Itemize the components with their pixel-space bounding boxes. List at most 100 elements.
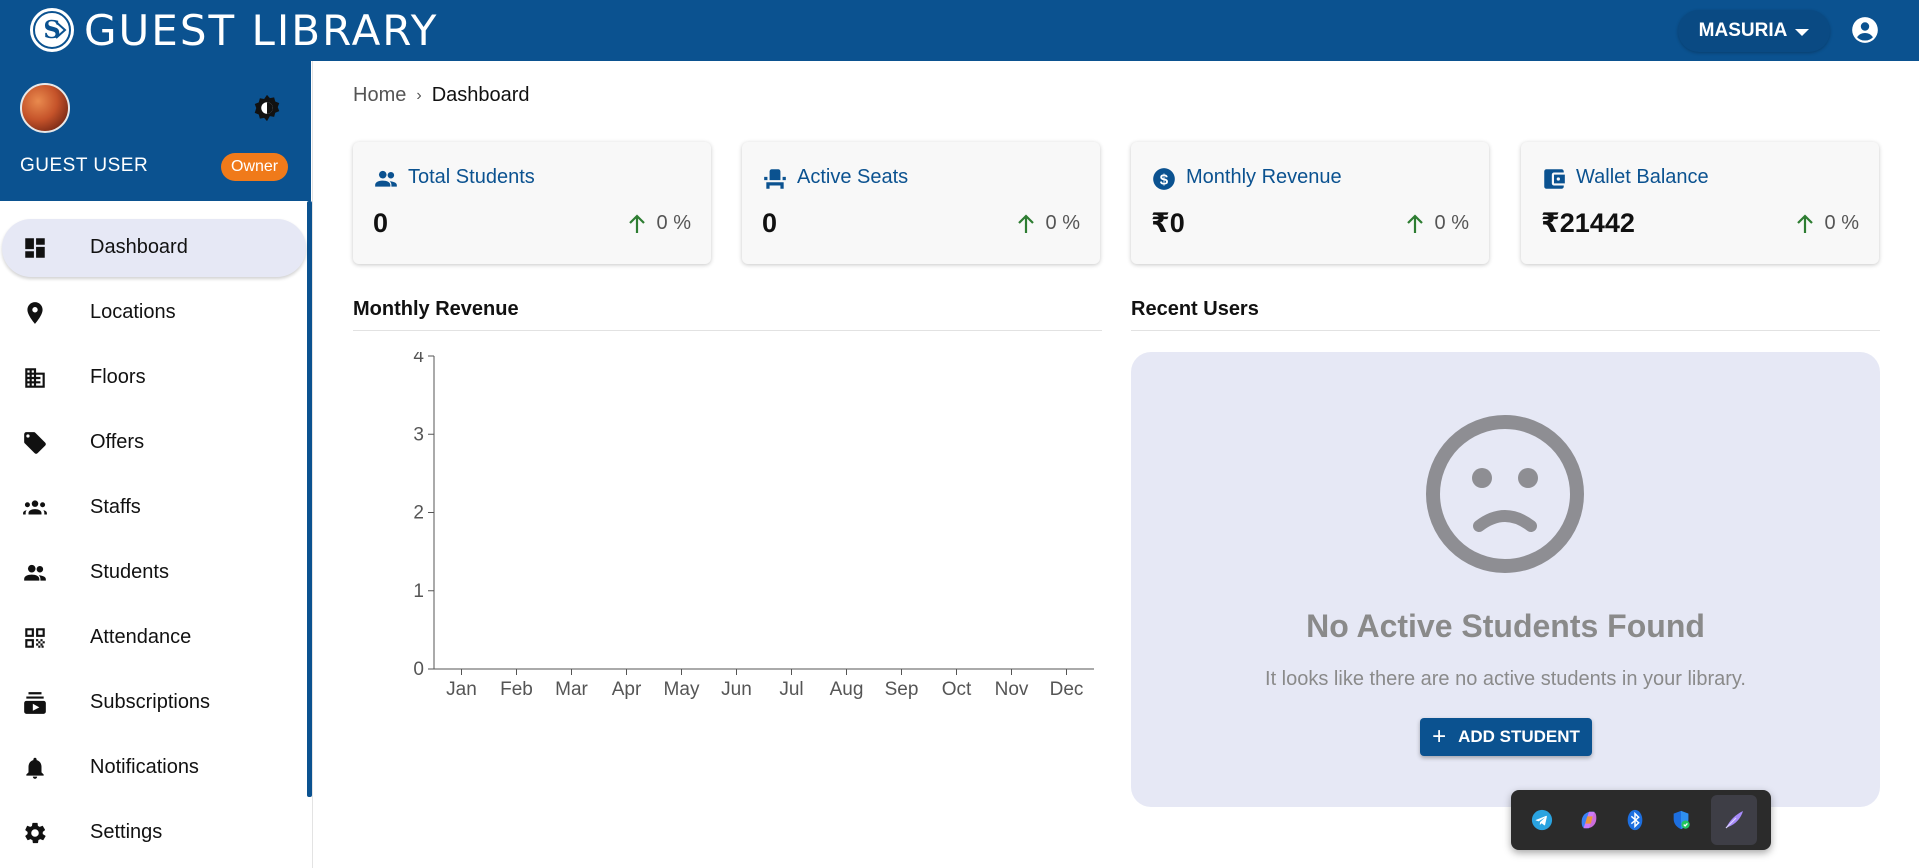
x-tick-label: Mar — [555, 679, 588, 700]
feather-pen-icon[interactable] — [1710, 795, 1757, 845]
arrow-up-icon — [1017, 213, 1034, 233]
sidebar-item-students[interactable]: Students — [0, 540, 311, 605]
stat-trend-value: 0 % — [1045, 212, 1080, 234]
gear-icon — [25, 822, 46, 843]
sad-face-icon — [1426, 415, 1584, 573]
x-tick-label: May — [664, 679, 700, 700]
building-icon — [25, 367, 45, 388]
seat-icon — [764, 169, 786, 189]
plus-icon: + — [1432, 723, 1447, 750]
sidebar-item-label: Dashboard — [90, 236, 188, 258]
x-tick-label: Jul — [779, 679, 803, 700]
monthly-revenue-heading: Monthly Revenue — [353, 298, 519, 320]
stat-value: 0 — [762, 208, 778, 238]
x-tick-label: Aug — [830, 679, 864, 700]
divider — [1131, 330, 1880, 331]
breadcrumb-separator: › — [416, 86, 422, 104]
svg-text:S: S — [43, 15, 60, 44]
stat-trend: 0 % — [1795, 212, 1859, 235]
breadcrumb-home-link[interactable]: Home — [353, 84, 406, 107]
empty-state-message: It looks like there are no active studen… — [1265, 668, 1746, 690]
location-selector-label: MASURIA — [1698, 20, 1788, 41]
stat-card-active-seats: Active Seats 0 0 % — [742, 142, 1100, 264]
x-tick-label: Feb — [500, 679, 533, 700]
profile-panel: GUEST USER Owner — [0, 61, 311, 201]
sidebar-item-settings[interactable]: Settings — [0, 800, 311, 865]
dashboard-icon — [25, 237, 45, 258]
stat-trend: 0 % — [627, 212, 691, 235]
account-circle-icon[interactable] — [1851, 16, 1879, 44]
y-tick-label: 2 — [413, 503, 424, 524]
sidebar-item-notifications[interactable]: Notifications — [0, 735, 311, 800]
stat-trend-value: 0 % — [1434, 212, 1469, 234]
x-tick-label: Nov — [995, 679, 1029, 700]
logo-icon: S — [30, 8, 74, 52]
copilot-icon[interactable] — [1572, 803, 1606, 837]
avatar[interactable] — [20, 83, 70, 133]
stat-trend-value: 0 % — [1824, 212, 1859, 234]
stat-trend-value: 0 % — [656, 212, 691, 234]
recent-users-heading: Recent Users — [1131, 298, 1259, 320]
arrow-up-icon — [1406, 213, 1423, 233]
arrow-up-icon — [628, 213, 645, 233]
stat-value: 0 — [373, 208, 389, 238]
sidebar-item-staffs[interactable]: Staffs — [0, 475, 311, 540]
sidebar-item-label: Locations — [90, 301, 176, 323]
x-tick-label: Jun — [721, 679, 752, 700]
sidebar-item-offers[interactable]: Offers — [0, 410, 311, 475]
qr-code-icon — [25, 627, 45, 648]
bell-icon — [26, 757, 44, 779]
theme-toggle-icon[interactable] — [252, 93, 282, 123]
sidebar-item-label: Subscriptions — [90, 691, 211, 713]
sidebar-item-floors[interactable]: Floors — [0, 345, 311, 410]
sidebar-item-locations[interactable]: Locations — [0, 280, 311, 345]
people-icon — [375, 170, 397, 187]
arrow-up-icon — [1796, 213, 1813, 233]
stat-card-monthly-revenue: $ Monthly Revenue ₹0 0 % — [1131, 142, 1489, 264]
sidebar-item-subscriptions[interactable]: Subscriptions — [0, 670, 311, 735]
x-tick-label: Dec — [1050, 679, 1084, 700]
sidebar-item-dashboard[interactable]: Dashboard — [0, 215, 311, 280]
security-shield-icon[interactable] — [1664, 803, 1698, 837]
add-student-label: ADD STUDENT — [1458, 727, 1580, 746]
bluetooth-icon[interactable] — [1618, 803, 1652, 837]
stat-title: Total Students — [408, 166, 535, 188]
y-tick-label: 4 — [413, 352, 424, 367]
user-name: GUEST USER — [20, 155, 149, 176]
stat-card-total-students: Total Students 0 0 % — [353, 142, 711, 264]
sidebar-item-label: Staffs — [90, 496, 141, 518]
sidebar-item-label: Offers — [90, 431, 145, 453]
location-selector-button[interactable]: MASURIA — [1678, 10, 1830, 52]
telegram-icon[interactable] — [1525, 803, 1559, 837]
add-student-button[interactable]: + ADD STUDENT — [1420, 718, 1592, 756]
stat-title: Monthly Revenue — [1186, 166, 1342, 188]
caret-down-icon — [1795, 28, 1810, 36]
y-tick-label: 0 — [413, 659, 424, 680]
role-badge: Owner — [221, 153, 289, 181]
x-tick-label: Oct — [942, 679, 972, 700]
monthly-revenue-chart: 0 1 2 3 4 Jan Feb Mar Apr May Jun Jul Aug Sep Oct Nov De… — [413, 352, 1094, 700]
top-app-bar: S GUEST LIBRARY MASURIA — [0, 0, 1919, 61]
x-tick-label: Jan — [446, 679, 477, 700]
tag-icon — [24, 431, 46, 454]
stat-title: Active Seats — [797, 166, 909, 188]
sidebar-item-attendance[interactable]: Attendance — [0, 605, 311, 670]
dollar-circle-icon: $ — [1153, 168, 1175, 190]
brand-title: GUEST LIBRARY — [84, 6, 439, 55]
sidebar-item-label: Notifications — [90, 756, 199, 778]
breadcrumb: Home › Dashboard — [353, 84, 530, 107]
wallet-icon — [1544, 169, 1565, 189]
divider — [353, 330, 1102, 331]
stat-trend: 0 % — [1405, 212, 1469, 235]
stat-title: Wallet Balance — [1576, 166, 1709, 188]
system-tray-overflow — [1511, 790, 1771, 850]
sidebar-item-label: Attendance — [90, 626, 192, 648]
svg-text:$: $ — [1160, 171, 1169, 188]
sidebar-item-label: Settings — [90, 821, 163, 843]
breadcrumb-current: Dashboard — [431, 84, 530, 106]
empty-state-title: No Active Students Found — [1306, 608, 1705, 644]
location-pin-icon — [27, 301, 43, 324]
y-tick-label: 3 — [413, 424, 424, 445]
sidebar-nav: Dashboard Locations Floors Offers Staffs… — [0, 215, 311, 865]
stat-card-wallet-balance: Wallet Balance ₹21442 0 % — [1521, 142, 1879, 264]
